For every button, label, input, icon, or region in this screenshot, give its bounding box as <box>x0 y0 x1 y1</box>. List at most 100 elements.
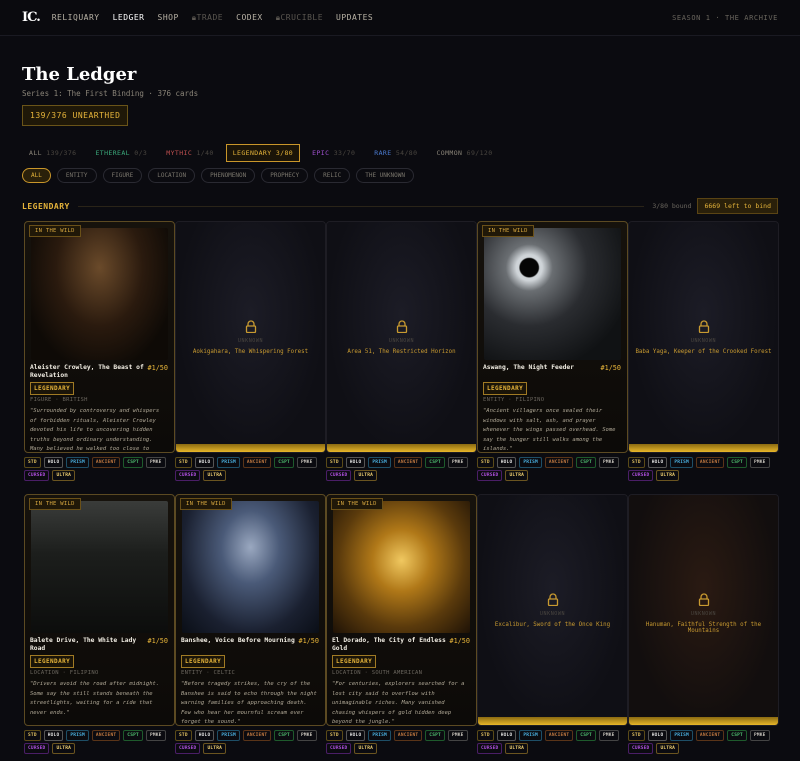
tag-std[interactable]: STD <box>24 457 41 468</box>
tag-cspt[interactable]: CSPT <box>727 457 747 468</box>
filter-relic[interactable]: RELIC <box>314 168 351 183</box>
nav-reliquary[interactable]: RELIQUARY <box>52 13 100 22</box>
tag-std[interactable]: STD <box>24 730 41 741</box>
tag-cspt[interactable]: CSPT <box>123 730 143 741</box>
tag-ultra[interactable]: ULTRA <box>656 743 680 754</box>
tag-anc[interactable]: ANCIENT <box>242 730 272 741</box>
nav-updates[interactable]: UPDATES <box>336 13 373 22</box>
logo[interactable]: IC. <box>22 10 41 25</box>
card-aokigahara[interactable]: UNKNOWN Aokigahara, The Whispering Forest <box>175 221 326 453</box>
tag-anc[interactable]: ANCIENT <box>393 730 423 741</box>
tag-pmk[interactable]: PMKE <box>145 457 166 468</box>
tag-prism[interactable]: PRISM <box>66 457 89 468</box>
tag-holo[interactable]: HOLO <box>496 730 517 741</box>
tag-ultra[interactable]: ULTRA <box>203 743 227 754</box>
card-balete-drive[interactable]: IN THE WILD Balete Drive, The White Lady … <box>24 494 175 726</box>
tag-cspt[interactable]: CSPT <box>274 730 294 741</box>
tag-ultra[interactable]: ULTRA <box>354 743 378 754</box>
card-el-dorado[interactable]: IN THE WILD El Dorado, The City of Endles… <box>326 494 477 726</box>
tag-cursed[interactable]: CURSED <box>326 743 352 754</box>
tag-std[interactable]: STD <box>628 730 645 741</box>
filter-prophecy[interactable]: PROPHECY <box>261 168 309 183</box>
tag-holo[interactable]: HOLO <box>194 457 215 468</box>
tag-std[interactable]: STD <box>175 457 192 468</box>
filter-figure[interactable]: FIGURE <box>102 168 143 183</box>
tab-mythic[interactable]: MYTHIC 1/40 <box>159 144 220 162</box>
card-aswang[interactable]: IN THE WILD Aswang, The Night Feeder #1/50… <box>477 221 628 453</box>
tag-holo[interactable]: HOLO <box>43 730 64 741</box>
tag-cursed[interactable]: CURSED <box>175 743 201 754</box>
tab-epic[interactable]: EPIC 33/70 <box>305 144 362 162</box>
tag-cursed[interactable]: CURSED <box>175 470 201 481</box>
tag-prism[interactable]: PRISM <box>670 730 693 741</box>
tag-std[interactable]: STD <box>326 730 343 741</box>
tag-ultra[interactable]: ULTRA <box>52 743 76 754</box>
tag-anc[interactable]: ANCIENT <box>695 730 725 741</box>
tag-cspt[interactable]: CSPT <box>576 457 596 468</box>
card-baba-yaga[interactable]: UNKNOWN Baba Yaga, Keeper of the Crooked … <box>628 221 779 453</box>
filter-location[interactable]: LOCATION <box>148 168 196 183</box>
tag-prism[interactable]: PRISM <box>368 730 391 741</box>
tag-std[interactable]: STD <box>175 730 192 741</box>
tab-rare[interactable]: RARE 54/80 <box>367 144 424 162</box>
card-aleister-crowley[interactable]: IN THE WILD Aleister Crowley, The Beast o… <box>24 221 175 453</box>
tag-pmk[interactable]: PMKE <box>598 457 619 468</box>
tag-holo[interactable]: HOLO <box>194 730 215 741</box>
tag-prism[interactable]: PRISM <box>670 457 693 468</box>
tag-ultra[interactable]: ULTRA <box>203 470 227 481</box>
filter-all[interactable]: ALL <box>22 168 51 183</box>
tag-anc[interactable]: ANCIENT <box>544 457 574 468</box>
tag-pmk[interactable]: PMKE <box>749 730 770 741</box>
tag-pmk[interactable]: PMKE <box>749 457 770 468</box>
tag-anc[interactable]: ANCIENT <box>393 457 423 468</box>
tag-std[interactable]: STD <box>477 457 494 468</box>
tag-cspt[interactable]: CSPT <box>425 730 445 741</box>
tag-cspt[interactable]: CSPT <box>576 730 596 741</box>
tag-holo[interactable]: HOLO <box>647 457 668 468</box>
tag-cursed[interactable]: CURSED <box>326 470 352 481</box>
tag-cursed[interactable]: CURSED <box>628 743 654 754</box>
tag-cursed[interactable]: CURSED <box>628 470 654 481</box>
tag-prism[interactable]: PRISM <box>368 457 391 468</box>
nav-trade[interactable]: 🔒︎TRADE <box>192 13 223 23</box>
nav-ledger[interactable]: LEDGER <box>113 13 145 22</box>
tag-cspt[interactable]: CSPT <box>727 730 747 741</box>
tag-anc[interactable]: ANCIENT <box>91 730 121 741</box>
tag-ultra[interactable]: ULTRA <box>52 470 76 481</box>
tab-legendary[interactable]: LEGENDARY 3/80 <box>225 144 301 162</box>
tab-ethereal[interactable]: ETHEREAL 0/3 <box>88 144 154 162</box>
tag-anc[interactable]: ANCIENT <box>544 730 574 741</box>
tag-prism[interactable]: PRISM <box>519 457 542 468</box>
tag-cursed[interactable]: CURSED <box>477 470 503 481</box>
tag-ultra[interactable]: ULTRA <box>656 470 680 481</box>
tag-pmk[interactable]: PMKE <box>447 457 468 468</box>
tag-anc[interactable]: ANCIENT <box>242 457 272 468</box>
tag-prism[interactable]: PRISM <box>519 730 542 741</box>
tag-pmk[interactable]: PMKE <box>145 730 166 741</box>
nav-crucible[interactable]: 🔒︎CRUCIBLE <box>276 13 323 23</box>
card-banshee[interactable]: IN THE WILD Banshee, Voice Before Mournin… <box>175 494 326 726</box>
nav-codex[interactable]: CODEX <box>236 13 263 22</box>
tag-ultra[interactable]: ULTRA <box>505 743 529 754</box>
tag-ultra[interactable]: ULTRA <box>354 470 378 481</box>
tag-std[interactable]: STD <box>477 730 494 741</box>
tag-pmk[interactable]: PMKE <box>296 457 317 468</box>
tag-cspt[interactable]: CSPT <box>123 457 143 468</box>
tag-holo[interactable]: HOLO <box>647 730 668 741</box>
tag-pmk[interactable]: PMKE <box>447 730 468 741</box>
tag-holo[interactable]: HOLO <box>496 457 517 468</box>
tag-holo[interactable]: HOLO <box>345 730 366 741</box>
tag-pmk[interactable]: PMKE <box>598 730 619 741</box>
tag-std[interactable]: STD <box>628 457 645 468</box>
card-hanuman[interactable]: UNKNOWN Hanuman, Faithful Strength of the… <box>628 494 779 726</box>
tag-cursed[interactable]: CURSED <box>24 470 50 481</box>
tag-cursed[interactable]: CURSED <box>477 743 503 754</box>
tag-cspt[interactable]: CSPT <box>274 457 294 468</box>
filter-phenomenon[interactable]: PHENOMENON <box>201 168 256 183</box>
tag-cursed[interactable]: CURSED <box>24 743 50 754</box>
tag-prism[interactable]: PRISM <box>217 730 240 741</box>
tag-anc[interactable]: ANCIENT <box>695 457 725 468</box>
tag-holo[interactable]: HOLO <box>345 457 366 468</box>
tag-prism[interactable]: PRISM <box>217 457 240 468</box>
tag-ultra[interactable]: ULTRA <box>505 470 529 481</box>
